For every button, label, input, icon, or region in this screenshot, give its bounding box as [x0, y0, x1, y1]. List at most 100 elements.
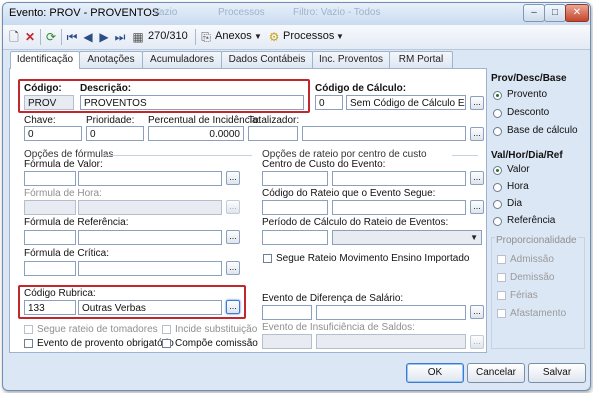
- rubrica-lookup-button[interactable]: ...: [226, 300, 240, 314]
- radio-base-calculo[interactable]: [493, 127, 502, 136]
- minimize-button[interactable]: –: [523, 4, 545, 22]
- codigo-calculo-lookup-button[interactable]: ...: [470, 96, 484, 110]
- codigo-calculo-desc: Sem Código de Cálculo Existente: [346, 95, 466, 110]
- ferias-label: Férias: [510, 290, 538, 301]
- codigo-rateio-lookup-button[interactable]: ...: [470, 200, 484, 214]
- ferias-checkbox[interactable]: [497, 291, 506, 300]
- maximize-button[interactable]: □: [544, 4, 566, 22]
- codigo-rateio-label: Código do Rateio que o Evento Segue:: [262, 188, 436, 199]
- save-button[interactable]: Salvar: [528, 363, 586, 383]
- close-window-button[interactable]: ✕: [565, 4, 589, 22]
- totalizador-lookup-button[interactable]: ...: [470, 127, 484, 141]
- centro-custo-lookup-button[interactable]: ...: [470, 171, 484, 185]
- ghost-tab-1: Vazio: [153, 7, 178, 18]
- formula-hora-desc: [78, 200, 222, 215]
- radio-referencia[interactable]: [493, 217, 502, 226]
- rubrica-label: Código Rubrica:: [24, 288, 96, 299]
- radio-desconto[interactable]: [493, 109, 502, 118]
- formula-hora-label: Fórmula de Hora:: [24, 188, 102, 199]
- demissao-checkbox[interactable]: [497, 273, 506, 282]
- chevron-down-icon[interactable]: ▼: [335, 29, 345, 45]
- codigo-rateio-desc: [332, 200, 466, 215]
- codigo-calculo-field[interactable]: 0: [315, 95, 343, 110]
- radio-dia[interactable]: [493, 200, 502, 209]
- diferenca-salario-lookup-button[interactable]: ...: [470, 305, 484, 319]
- toolbar: 🗋 ✕ ⟳ ⏮ ◀ ▶ ⏭ ▦ 270/310 ⎘ Anexos ▼ ⚙ Pro…: [3, 25, 590, 50]
- periodo-calculo-field[interactable]: [262, 230, 328, 245]
- last-record-icon[interactable]: ⏭: [113, 29, 127, 45]
- incide-substituicao-checkbox[interactable]: [162, 325, 171, 334]
- formula-hora-code[interactable]: [24, 200, 76, 215]
- segue-rateio-checkbox[interactable]: [263, 254, 272, 263]
- delete-icon[interactable]: ✕: [23, 29, 37, 45]
- tab-identificacao[interactable]: Identificação: [10, 51, 80, 69]
- toolbar-separator: [40, 29, 41, 45]
- formula-valor-lookup-button[interactable]: ...: [226, 171, 240, 185]
- provento-obrigatorio-checkbox[interactable]: [24, 339, 33, 348]
- chave-field[interactable]: 0: [24, 126, 82, 141]
- periodo-calculo-select[interactable]: ▼: [332, 230, 482, 245]
- insuficiencia-saldos-label: Evento de Insuficiência de Saldos:: [262, 322, 415, 333]
- segue-rateio-label: Segue Rateio Movimento Ensino Importado: [276, 253, 470, 264]
- cancel-button[interactable]: Cancelar: [467, 363, 525, 383]
- new-document-icon[interactable]: 🗋: [7, 29, 21, 45]
- afastamento-checkbox[interactable]: [497, 309, 506, 318]
- formula-critica-code[interactable]: [24, 261, 76, 276]
- attachment-icon[interactable]: ⎘: [200, 29, 212, 45]
- admissao-checkbox[interactable]: [497, 255, 506, 264]
- chevron-down-icon: ▼: [470, 233, 478, 242]
- percentual-field[interactable]: 0.0000: [148, 126, 244, 141]
- toolbar-separator: [61, 29, 62, 45]
- anexos-menu[interactable]: Anexos: [215, 30, 252, 42]
- formula-referencia-code[interactable]: [24, 230, 76, 245]
- insuficiencia-saldos-lookup-button[interactable]: ...: [470, 335, 484, 349]
- centro-custo-code[interactable]: [262, 171, 328, 186]
- admissao-label: Admissão: [510, 254, 554, 265]
- radio-dia-label: Dia: [507, 198, 523, 209]
- next-record-icon[interactable]: ▶: [97, 29, 111, 45]
- radio-valor[interactable]: [493, 166, 502, 175]
- descricao-field[interactable]: PROVENTOS: [80, 95, 304, 110]
- tab-anotacoes[interactable]: Anotações: [79, 51, 143, 68]
- formula-valor-code[interactable]: [24, 171, 76, 186]
- tab-rm-portal[interactable]: RM Portal: [389, 51, 453, 68]
- totalizador-code-field[interactable]: [248, 126, 298, 141]
- codigo-label: Código:: [24, 83, 62, 94]
- compoe-comissao-checkbox[interactable]: [162, 339, 171, 348]
- ok-button[interactable]: OK: [406, 363, 464, 383]
- processos-menu[interactable]: Processos: [283, 30, 334, 42]
- gears-icon[interactable]: ⚙: [267, 29, 281, 45]
- codigo-field[interactable]: PROV: [24, 95, 74, 110]
- segue-tomadores-checkbox[interactable]: [24, 325, 33, 334]
- records-icon: ▦: [132, 30, 144, 44]
- radio-provento[interactable]: [493, 91, 502, 100]
- identificacao-panel: Código: PROV Descrição: PROVENTOS Código…: [9, 68, 487, 353]
- tab-inc-proventos[interactable]: Inc. Proventos: [312, 51, 390, 68]
- radio-hora[interactable]: [493, 183, 502, 192]
- formula-referencia-desc: [78, 230, 222, 245]
- formula-hora-lookup-button[interactable]: ...: [226, 200, 240, 214]
- demissao-label: Demissão: [510, 272, 555, 283]
- first-record-icon[interactable]: ⏮: [65, 29, 79, 45]
- totalizador-desc-field: [302, 126, 466, 141]
- radio-provento-label: Provento: [507, 89, 548, 100]
- chevron-down-icon[interactable]: ▼: [253, 29, 263, 45]
- periodo-calculo-label: Período de Cálculo do Rateio de Eventos:: [262, 217, 449, 228]
- radio-desconto-label: Desconto: [507, 107, 550, 118]
- formula-referencia-lookup-button[interactable]: ...: [226, 230, 240, 244]
- insuficiencia-saldos-code[interactable]: [262, 334, 312, 349]
- refresh-icon[interactable]: ⟳: [44, 29, 58, 45]
- prioridade-field[interactable]: 0: [86, 126, 144, 141]
- diferenca-salario-label: Evento de Diferença de Salário:: [262, 293, 404, 304]
- tab-dados-contabeis[interactable]: Dados Contábeis: [221, 51, 313, 68]
- tab-acumuladores[interactable]: Acumuladores: [142, 51, 222, 68]
- diferenca-salario-code[interactable]: [262, 305, 312, 320]
- window-title: Evento: PROV - PROVENTOS: [9, 7, 160, 19]
- previous-record-icon[interactable]: ◀: [81, 29, 95, 45]
- formula-valor-desc: [78, 171, 222, 186]
- codigo-rateio-code[interactable]: [262, 200, 328, 215]
- formula-critica-lookup-button[interactable]: ...: [226, 261, 240, 275]
- prov-desc-base-title: Prov/Desc/Base: [491, 73, 567, 84]
- event-dialog: Evento: PROV - PROVENTOS Vazio Processos…: [2, 2, 591, 391]
- rubrica-code-field[interactable]: 133: [24, 300, 76, 315]
